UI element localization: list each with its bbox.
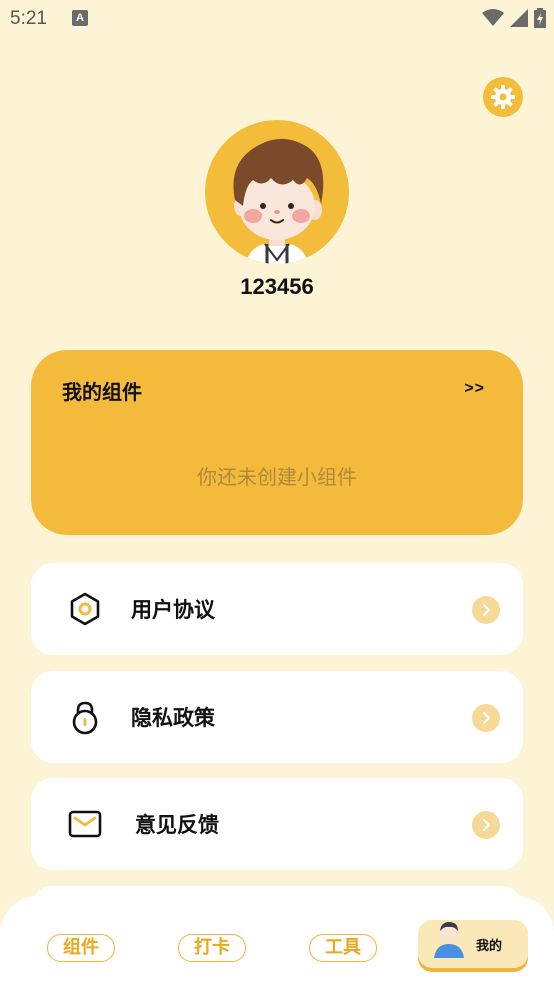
menu-item-privacy-policy[interactable]: 隐私政策 [31,671,523,763]
avatar[interactable] [205,120,349,264]
chevron-right-icon [472,596,500,624]
user-avatar-icon [434,922,464,958]
my-widgets-card[interactable]: 我的组件 >> 你还未创建小组件 [31,350,523,535]
hexagon-icon [70,592,100,626]
menu-label: 用户协议 [131,598,215,622]
battery-icon [534,8,546,28]
widget-more-link[interactable]: >> [464,380,485,398]
settings-button[interactable] [483,77,523,117]
menu-label: 隐私政策 [131,706,215,730]
notification-icon: A [72,10,88,26]
signal-icon [510,9,528,27]
widget-empty-text: 你还未创建小组件 [197,465,357,489]
tab-tools[interactable]: 工具 [309,934,377,962]
menu-item-user-agreement[interactable]: 用户协议 [31,563,523,655]
status-time: 5:21 [10,8,47,29]
bottom-tab-bar: 组件 打卡 工具 我的 [0,896,554,984]
envelope-icon [68,810,102,838]
widget-card-title: 我的组件 [62,380,142,404]
gear-icon [491,85,515,109]
chevron-right-icon [472,811,500,839]
status-bar: 5:21 A [0,0,554,38]
tab-widgets[interactable]: 组件 [47,934,115,962]
avatar-illustration [233,138,324,264]
lock-icon [72,701,98,735]
tab-mine-label: 我的 [476,939,503,954]
wifi-icon [482,9,504,26]
status-icons [482,8,546,28]
chevron-right-icon [472,704,500,732]
menu-item-feedback[interactable]: 意见反馈 [31,778,523,870]
tab-checkin[interactable]: 打卡 [178,934,246,962]
tab-mine[interactable]: 我的 [418,920,528,968]
username: 123456 [240,274,314,299]
menu-label: 意见反馈 [135,813,219,837]
